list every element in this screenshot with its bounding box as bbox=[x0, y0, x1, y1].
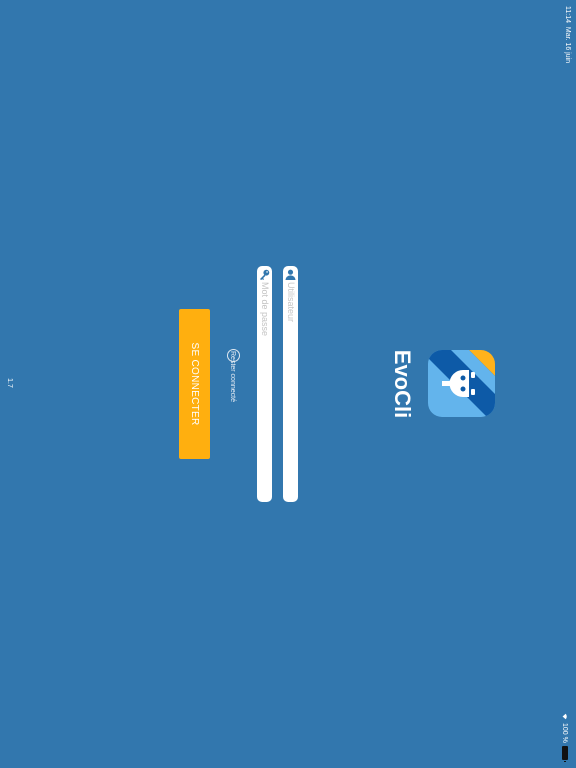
login-button-label: SE CONNECTER bbox=[189, 342, 200, 426]
user-icon bbox=[285, 269, 296, 280]
evocli-logo-icon bbox=[428, 350, 495, 417]
status-bar-clock: 11:14 Mar. 16 juin bbox=[559, 6, 571, 66]
wifi-icon bbox=[562, 713, 567, 720]
username-field[interactable]: Utilisateur bbox=[283, 266, 298, 502]
app-name: EvoCli bbox=[390, 349, 415, 419]
remember-me-label: Rester connecté bbox=[229, 351, 236, 402]
status-bar-indicators: 100 % bbox=[559, 713, 571, 763]
status-date-text: Mar. 16 juin bbox=[564, 26, 571, 64]
battery-percentage: 100 % bbox=[561, 723, 569, 743]
status-time-text: 11:14 bbox=[564, 6, 571, 23]
password-placeholder: Mot de passe bbox=[260, 282, 270, 337]
username-placeholder: Utilisateur bbox=[286, 282, 296, 323]
app-version: 1.7 bbox=[6, 378, 13, 388]
login-screen: 11:14 Mar. 16 juin 100 % EvoCli Utilisat… bbox=[0, 0, 576, 768]
password-field[interactable]: Mot de passe bbox=[257, 266, 272, 502]
key-icon bbox=[259, 269, 270, 280]
login-button[interactable]: SE CONNECTER bbox=[179, 309, 210, 459]
battery-icon bbox=[562, 745, 568, 760]
